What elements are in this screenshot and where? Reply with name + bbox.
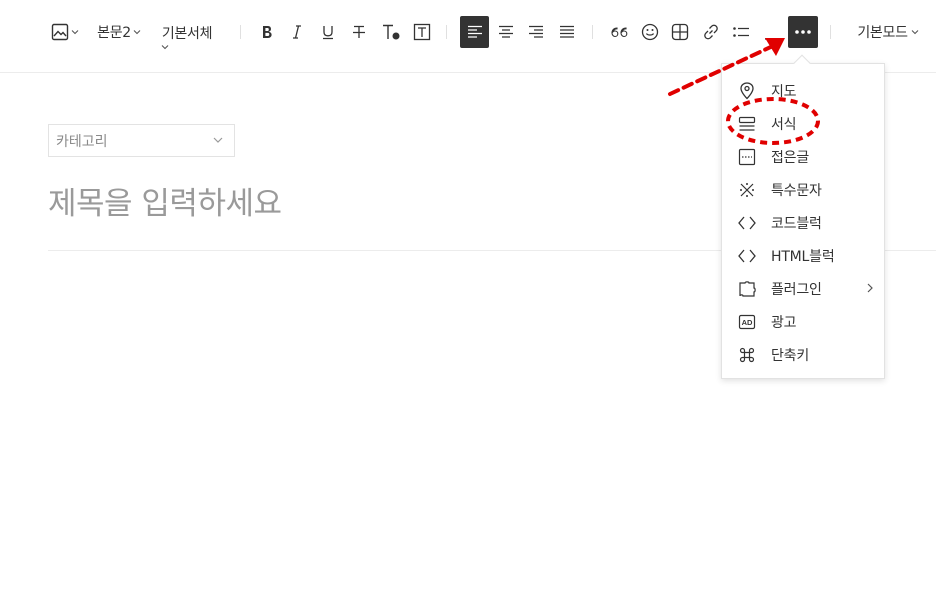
menu-item-special-char[interactable]: 특수문자 bbox=[722, 173, 886, 206]
align-center-button[interactable] bbox=[493, 16, 519, 48]
chevron-down-icon bbox=[133, 30, 141, 35]
table-icon bbox=[671, 23, 689, 41]
align-left-icon bbox=[467, 25, 482, 38]
italic-button[interactable] bbox=[284, 16, 310, 48]
font-family-label: 기본서체 bbox=[161, 26, 213, 42]
paragraph-style-label: 본문2 bbox=[97, 25, 131, 41]
menu-item-label: 플러그인 bbox=[771, 281, 822, 298]
menu-item-code-block[interactable]: 코드블럭 bbox=[722, 206, 886, 239]
quote-icon bbox=[611, 27, 628, 38]
category-select[interactable]: 카테고리 bbox=[48, 124, 235, 157]
menu-item-plugin[interactable]: 플러그인 bbox=[722, 272, 886, 305]
menu-item-label: 코드블럭 bbox=[771, 215, 822, 232]
strikethrough-button[interactable] bbox=[346, 16, 372, 48]
menu-item-label: 접은글 bbox=[771, 149, 810, 166]
underline-icon bbox=[323, 26, 333, 40]
toolbar-divider bbox=[830, 25, 831, 39]
bold-button[interactable] bbox=[254, 16, 280, 48]
more-menu: 지도 서식 접은글 특수문자 코드블럭 HTML블럭 플러그인 AD 광고 단축… bbox=[721, 63, 885, 379]
menu-item-label: 광고 bbox=[771, 314, 797, 331]
menu-item-label: 서식 bbox=[771, 116, 797, 133]
menu-item-template[interactable]: 서식 bbox=[722, 107, 886, 140]
align-left-button[interactable] bbox=[460, 16, 489, 48]
fold-icon bbox=[738, 148, 756, 166]
text-background-button[interactable] bbox=[409, 16, 435, 48]
horizontal-line-button[interactable] bbox=[760, 16, 786, 48]
title-input[interactable]: 제목을 입력하세요 bbox=[48, 178, 282, 223]
emoticon-button[interactable] bbox=[637, 16, 663, 48]
svg-text:AD: AD bbox=[742, 318, 753, 327]
smile-icon bbox=[641, 23, 659, 41]
horizontal-line-icon bbox=[765, 38, 781, 40]
underline-button[interactable] bbox=[315, 16, 341, 48]
menu-item-label: 지도 bbox=[771, 83, 797, 100]
text-color-button[interactable] bbox=[378, 16, 404, 48]
command-icon bbox=[738, 346, 756, 364]
category-placeholder: 카테고리 bbox=[56, 133, 108, 150]
table-button[interactable] bbox=[667, 16, 693, 48]
toolbar-divider bbox=[592, 25, 593, 39]
menu-item-ad[interactable]: AD 광고 bbox=[722, 305, 886, 338]
menu-item-label: 단축키 bbox=[771, 347, 810, 364]
toolbar-divider bbox=[240, 25, 241, 39]
menu-item-label: 특수문자 bbox=[771, 182, 822, 199]
image-icon bbox=[51, 23, 69, 41]
code-icon bbox=[738, 214, 756, 232]
strikethrough-icon bbox=[353, 25, 365, 38]
bold-icon bbox=[263, 26, 272, 38]
menu-item-html-block[interactable]: HTML블럭 bbox=[722, 239, 886, 272]
menu-item-label: HTML블럭 bbox=[771, 248, 835, 265]
text-color-icon bbox=[383, 24, 400, 40]
special-char-icon bbox=[738, 181, 756, 199]
chevron-down-icon bbox=[911, 30, 919, 35]
align-right-icon bbox=[529, 25, 543, 38]
template-icon bbox=[738, 115, 756, 133]
chevron-down-icon bbox=[161, 45, 169, 50]
paragraph-style-select[interactable]: 본문2 bbox=[94, 16, 144, 48]
list-icon bbox=[733, 27, 749, 37]
align-center-icon bbox=[499, 25, 513, 38]
more-button[interactable] bbox=[788, 16, 818, 48]
editor-mode-select[interactable]: 기본모드 bbox=[848, 16, 928, 48]
quote-button[interactable] bbox=[606, 16, 632, 48]
list-button[interactable] bbox=[728, 16, 754, 48]
menu-item-shortcuts[interactable]: 단축키 bbox=[722, 338, 886, 371]
align-right-button[interactable] bbox=[523, 16, 549, 48]
insert-image-button[interactable] bbox=[50, 16, 80, 48]
menu-item-map[interactable]: 지도 bbox=[722, 74, 886, 107]
editor-mode-label: 기본모드 bbox=[857, 25, 908, 41]
align-justify-button[interactable] bbox=[554, 16, 580, 48]
menu-item-fold[interactable]: 접은글 bbox=[722, 140, 886, 173]
plugin-icon bbox=[738, 280, 756, 298]
link-button[interactable] bbox=[698, 16, 724, 48]
align-justify-icon bbox=[560, 25, 574, 38]
chevron-down-icon bbox=[71, 30, 79, 35]
map-pin-icon bbox=[738, 82, 756, 100]
italic-icon bbox=[293, 25, 301, 39]
chevron-down-icon bbox=[213, 137, 223, 143]
toolbar-divider bbox=[446, 25, 447, 39]
text-background-icon bbox=[413, 23, 431, 41]
chevron-right-icon bbox=[867, 283, 873, 293]
html-icon bbox=[738, 247, 756, 265]
link-icon bbox=[704, 24, 718, 40]
ad-icon: AD bbox=[738, 313, 756, 331]
more-icon bbox=[795, 30, 811, 34]
